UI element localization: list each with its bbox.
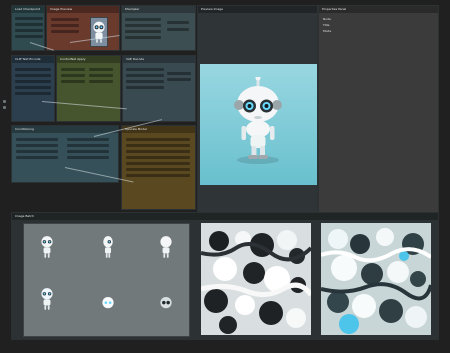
node-row[interactable]: [16, 144, 58, 147]
node-row[interactable]: [15, 17, 43, 20]
properties-title: Properties Panel: [319, 6, 438, 13]
node-row[interactable]: [126, 144, 190, 147]
node-row[interactable]: [67, 156, 109, 159]
node-row[interactable]: [67, 138, 109, 141]
node-title: Image Preview: [47, 6, 119, 13]
node-row[interactable]: [126, 156, 190, 159]
node-row[interactable]: [51, 24, 79, 27]
node-row[interactable]: [15, 23, 43, 26]
robot-pose: [157, 234, 175, 260]
node-title: VAE Decode: [123, 56, 195, 63]
node-row[interactable]: [61, 80, 85, 83]
preview-image: [200, 64, 317, 185]
properties-list: Node Title Mode: [323, 16, 331, 34]
node-title: KSampler: [122, 6, 195, 13]
node-row[interactable]: [15, 29, 43, 32]
node-row[interactable]: [15, 74, 51, 77]
robot-pose: [38, 234, 56, 260]
node-row[interactable]: [167, 72, 191, 75]
link-icon[interactable]: [3, 106, 6, 109]
node-row[interactable]: [16, 156, 58, 159]
node-row[interactable]: [125, 36, 161, 39]
robot-pose: [99, 234, 117, 260]
preview-image-panel[interactable]: Preview Image: [197, 5, 318, 213]
node-row[interactable]: [16, 138, 58, 141]
robot-pose: [157, 294, 175, 320]
node-title: Load Checkpoint: [12, 6, 44, 13]
node-row[interactable]: [15, 86, 51, 89]
robot-pose: [99, 294, 117, 320]
node-row[interactable]: [51, 30, 79, 33]
node-row[interactable]: [15, 68, 51, 71]
node-row[interactable]: [89, 80, 113, 83]
node-mid-center[interactable]: ControlNet Apply: [56, 55, 121, 122]
node-row[interactable]: [61, 68, 85, 71]
node-row[interactable]: [15, 80, 51, 83]
node-row[interactable]: [126, 68, 164, 71]
node-title: Conditioning: [12, 126, 118, 133]
node-row[interactable]: [51, 18, 79, 21]
node-row[interactable]: [15, 92, 51, 95]
node-row[interactable]: [67, 144, 109, 147]
node-row[interactable]: [126, 168, 190, 171]
node-graph-icon[interactable]: [3, 100, 6, 103]
node-row[interactable]: [61, 74, 85, 77]
image-batch-panel[interactable]: Image Batch: [11, 212, 439, 340]
node-row[interactable]: [16, 150, 58, 153]
node-row[interactable]: [126, 86, 164, 89]
node-row[interactable]: [125, 18, 161, 21]
robot-render: [223, 77, 293, 167]
node-row[interactable]: [125, 24, 161, 27]
node-title: CLIP Text Encode: [12, 56, 54, 63]
sprite-sheet-image: [23, 223, 190, 337]
albedo-image: [321, 223, 431, 335]
node-row[interactable]: [126, 174, 190, 177]
node-row[interactable]: [125, 30, 161, 33]
node-row[interactable]: [15, 35, 43, 38]
node-top-left[interactable]: Load Checkpoint: [11, 5, 45, 51]
node-mid-left[interactable]: CLIP Text Encode: [11, 55, 55, 122]
node-bottom-right[interactable]: Upscale Model: [121, 125, 196, 210]
node-row[interactable]: [126, 162, 190, 165]
node-mid-right[interactable]: VAE Decode: [122, 55, 196, 122]
property-item[interactable]: Mode: [323, 28, 331, 34]
node-row[interactable]: [126, 80, 164, 83]
normal-map-image: [201, 223, 311, 335]
node-top-right[interactable]: KSampler: [121, 5, 196, 51]
preview-title: Preview Image: [198, 6, 317, 13]
robot-thumbnail: [90, 17, 108, 47]
properties-panel[interactable]: Properties Panel Node Title Mode: [318, 5, 439, 213]
gallery-title: Image Batch: [12, 213, 438, 220]
node-row[interactable]: [89, 74, 113, 77]
robot-pose: [38, 286, 56, 312]
node-row[interactable]: [126, 138, 190, 141]
node-top-mid[interactable]: Image Preview: [46, 5, 120, 51]
node-row[interactable]: [167, 28, 189, 31]
node-row[interactable]: [89, 68, 113, 71]
node-row[interactable]: [167, 21, 189, 24]
node-title: ControlNet Apply: [57, 56, 120, 63]
node-row[interactable]: [67, 150, 109, 153]
node-row[interactable]: [126, 150, 190, 153]
node-row[interactable]: [167, 78, 191, 81]
node-row[interactable]: [126, 74, 164, 77]
